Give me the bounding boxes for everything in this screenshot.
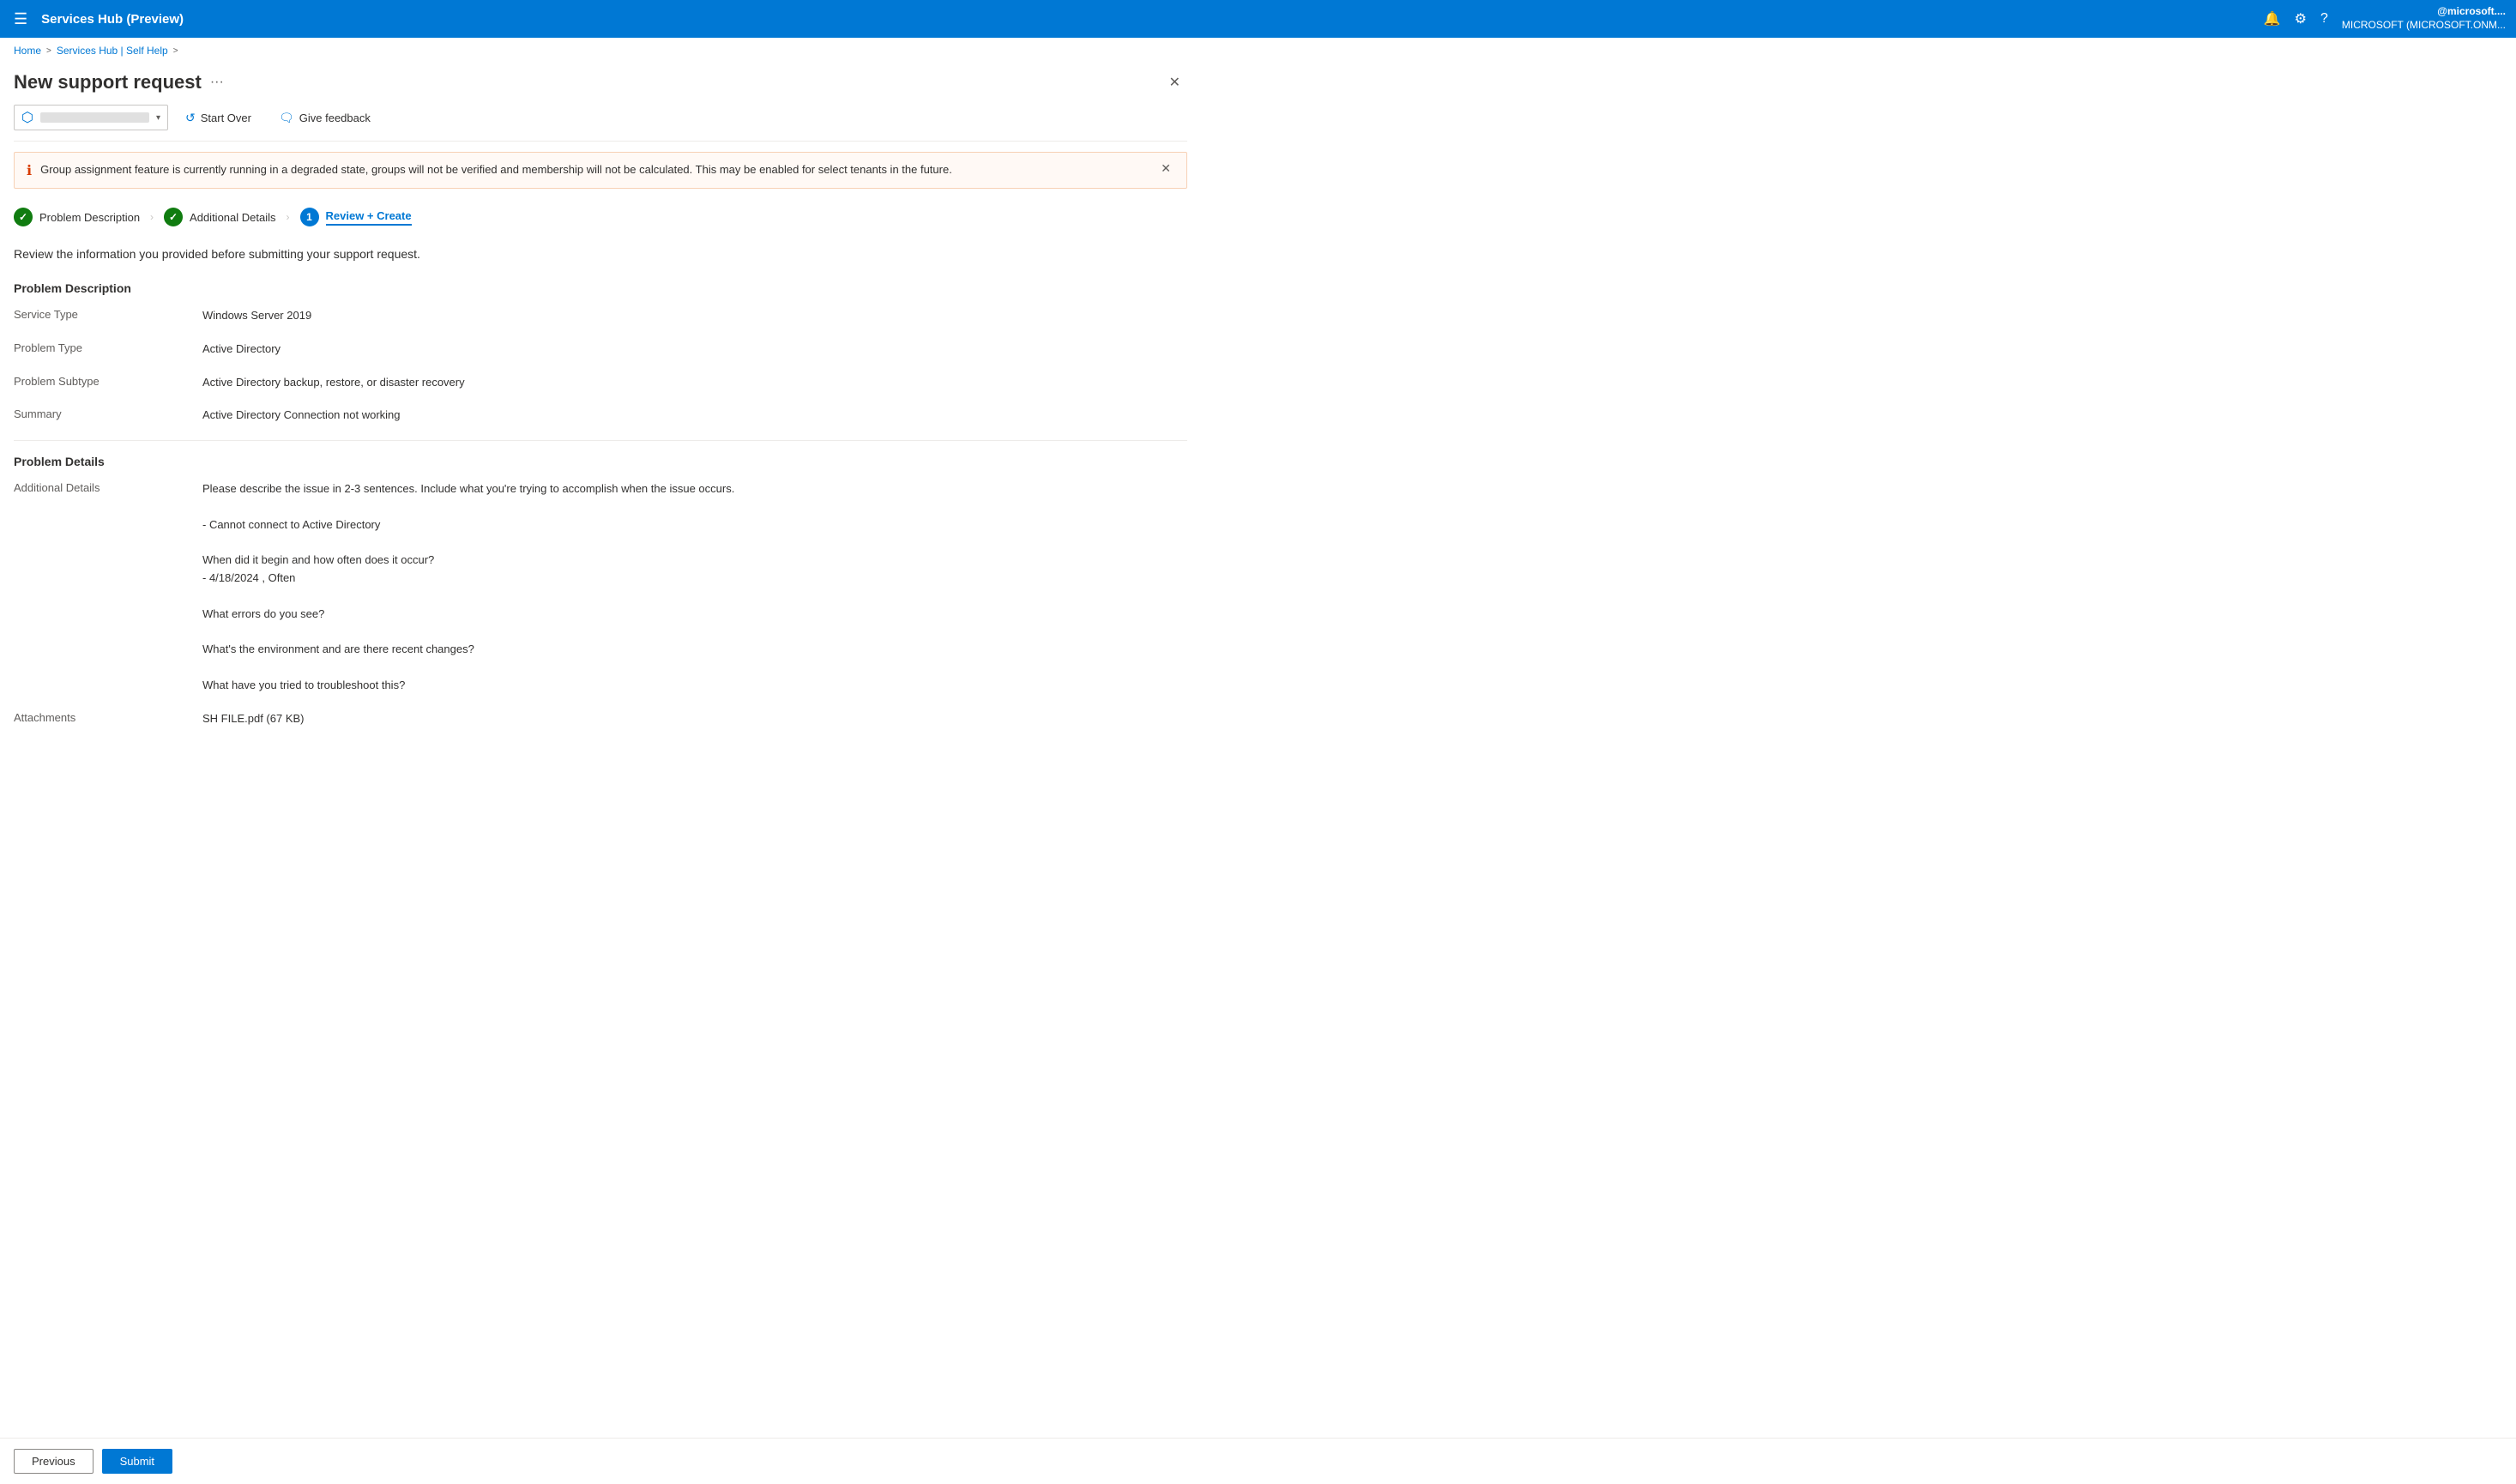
breadcrumb: Home > Services Hub | Self Help > (0, 38, 2516, 63)
give-feedback-button[interactable]: 🗨 Give feedback (268, 106, 381, 130)
user-tenant: MICROSOFT (MICROSOFT.ONM... (2342, 19, 2506, 33)
additional-details-line-6: What have you tried to troubleshoot this… (202, 677, 1187, 695)
field-row-attachments: Attachments SH FILE.pdf (67 KB) (14, 710, 1187, 728)
step-3-circle: 1 (300, 208, 319, 226)
problem-type-value: Active Directory (202, 341, 1187, 359)
alert-banner: ℹ Group assignment feature is currently … (14, 152, 1187, 189)
problem-description-heading: Problem Description (14, 281, 1187, 295)
page-title-left: New support request ··· (14, 71, 224, 94)
step-2-label: Additional Details (190, 211, 275, 224)
field-row-problem-type: Problem Type Active Directory (14, 341, 1187, 359)
group-text-placeholder (40, 112, 149, 123)
page-title-row: New support request ··· ✕ (14, 63, 1187, 105)
service-type-label: Service Type (14, 307, 202, 321)
problem-subtype-value: Active Directory backup, restore, or dis… (202, 374, 1187, 392)
attachments-value: SH FILE.pdf (67 KB) (202, 710, 1187, 728)
start-over-button[interactable]: ↺ Start Over (175, 106, 262, 130)
field-row-problem-subtype: Problem Subtype Active Directory backup,… (14, 374, 1187, 392)
service-type-value: Windows Server 2019 (202, 307, 1187, 325)
field-row-service-type: Service Type Windows Server 2019 (14, 307, 1187, 325)
breadcrumb-home[interactable]: Home (14, 45, 41, 57)
problem-type-label: Problem Type (14, 341, 202, 354)
field-row-summary: Summary Active Directory Connection not … (14, 407, 1187, 425)
give-feedback-label: Give feedback (299, 112, 371, 124)
additional-details-line-4: What errors do you see? (202, 606, 1187, 624)
step-sep-2: › (287, 211, 290, 223)
submit-button[interactable]: Submit (102, 1449, 172, 1474)
app-title: Services Hub (Preview) (41, 12, 2254, 27)
page-content: Home > Services Hub | Self Help > New su… (0, 38, 2516, 1484)
page-title: New support request (14, 71, 202, 94)
bell-icon[interactable]: 🔔 (2264, 10, 2281, 27)
additional-details-line-1: - Cannot connect to Active Directory (202, 516, 1187, 534)
hamburger-menu-icon[interactable]: ☰ (10, 7, 31, 32)
user-profile[interactable]: @microsoft.... MICROSOFT (MICROSOFT.ONM.… (2342, 5, 2506, 32)
step-2-circle: ✓ (164, 208, 183, 226)
user-email: @microsoft.... (2342, 5, 2506, 19)
summary-value: Active Directory Connection not working (202, 407, 1187, 425)
problem-details-heading: Problem Details (14, 455, 1187, 468)
close-button[interactable]: ✕ (1162, 70, 1187, 94)
footer: Previous Submit (0, 1438, 2516, 1484)
additional-details-line-2: When did it begin and how often does it … (202, 552, 1187, 570)
alert-icon: ℹ (27, 162, 32, 179)
step-1-circle: ✓ (14, 208, 33, 226)
more-options-icon[interactable]: ··· (210, 75, 224, 90)
summary-label: Summary (14, 407, 202, 420)
start-over-label: Start Over (201, 112, 251, 124)
settings-icon[interactable]: ⚙ (2295, 10, 2307, 27)
topbar-icons: 🔔 ⚙ ? @microsoft.... MICROSOFT (MICROSOF… (2264, 5, 2506, 32)
topbar: ☰ Services Hub (Preview) 🔔 ⚙ ? @microsof… (0, 0, 2516, 38)
review-subtitle: Review the information you provided befo… (14, 247, 1187, 264)
breadcrumb-self-help[interactable]: Services Hub | Self Help (57, 45, 168, 57)
group-selector[interactable]: ⬡ ▾ (14, 105, 168, 130)
additional-details-value: Please describe the issue in 2-3 sentenc… (202, 480, 1187, 695)
step-sep-1: › (150, 211, 154, 223)
breadcrumb-sep-2: > (173, 46, 178, 56)
additional-details-line-0: Please describe the issue in 2-3 sentenc… (202, 480, 1187, 498)
alert-close-button[interactable]: ✕ (1157, 161, 1174, 176)
additional-details-line-5: What's the environment and are there rec… (202, 641, 1187, 659)
step-additional-details[interactable]: ✓ Additional Details (164, 201, 275, 233)
breadcrumb-sep-1: > (46, 46, 51, 56)
help-icon[interactable]: ? (2320, 11, 2328, 27)
previous-button[interactable]: Previous (14, 1449, 94, 1474)
problem-subtype-label: Problem Subtype (14, 374, 202, 388)
steps-row: ✓ Problem Description › ✓ Additional Det… (14, 201, 1187, 233)
step-problem-description[interactable]: ✓ Problem Description (14, 201, 140, 233)
start-over-icon: ↺ (185, 111, 196, 125)
toolbar: ⬡ ▾ ↺ Start Over 🗨 Give feedback (14, 105, 1187, 142)
feedback-icon: 🗨 (279, 111, 294, 125)
step-1-label: Problem Description (39, 211, 140, 224)
additional-details-label: Additional Details (14, 480, 202, 494)
field-row-additional-details: Additional Details Please describe the i… (14, 480, 1187, 695)
alert-text: Group assignment feature is currently ru… (40, 161, 1149, 178)
section-divider-1 (14, 440, 1187, 441)
page-wrapper: Home > Services Hub | Self Help > New su… (0, 38, 2516, 1484)
step-review-create[interactable]: 1 Review + Create (300, 201, 412, 233)
attachments-label: Attachments (14, 710, 202, 724)
group-icon: ⬡ (21, 109, 33, 126)
step-3-label: Review + Create (326, 209, 412, 226)
main-container: New support request ··· ✕ ⬡ ▾ ↺ Start Ov… (0, 63, 1201, 757)
additional-details-line-3: - 4/18/2024 , Often (202, 570, 1187, 588)
chevron-down-icon: ▾ (156, 113, 160, 123)
